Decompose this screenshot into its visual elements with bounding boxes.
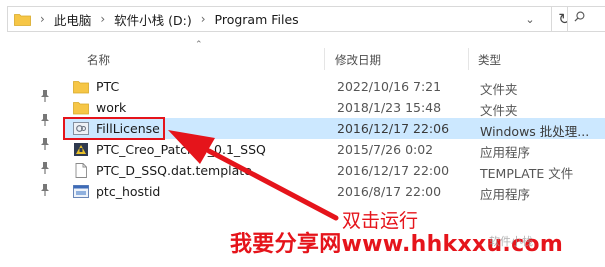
file-name: work [96, 100, 127, 115]
sort-ascending-icon: ⌃ [195, 40, 203, 50]
breadcrumb-drive[interactable]: 软件小栈 (D:) [114, 10, 192, 29]
file-row-template[interactable]: PTC_D_SSQ.dat.template 2016/12/17 22:00 … [65, 160, 605, 181]
column-header-type[interactable]: 类型 [478, 52, 501, 68]
breadcrumb-program-files[interactable]: Program Files [215, 12, 299, 27]
search-icon [574, 11, 585, 22]
file-type: 文件夹 [480, 103, 518, 118]
column-headers: ⌃ 名称 修改日期 类型 [64, 40, 605, 74]
file-type: 文件夹 [480, 82, 518, 97]
search-input[interactable] [567, 6, 605, 32]
file-date: 2018/1/23 15:48 [337, 100, 442, 115]
file-name: PTC_D_SSQ.dat.template [96, 163, 252, 178]
address-toolbar: › 此电脑 › 软件小栈 (D:) › Program Files ⌄ ↻ [0, 0, 605, 40]
pin-icon [41, 114, 49, 126]
pin-icon [41, 138, 49, 150]
folder-icon [73, 102, 89, 115]
breadcrumb-this-pc[interactable]: 此电脑 [54, 10, 92, 29]
column-divider[interactable] [324, 48, 325, 70]
file-date: 2022/10/16 7:21 [337, 79, 442, 94]
column-header-date[interactable]: 修改日期 [335, 52, 381, 68]
pin-icon [41, 90, 49, 102]
chevron-right-icon[interactable]: › [100, 12, 105, 26]
chevron-right-icon[interactable]: › [201, 12, 206, 26]
highlight-box [63, 117, 165, 140]
file-date: 2016/8/17 22:00 [337, 184, 442, 199]
file-type: TEMPLATE 文件 [480, 166, 574, 181]
file-type: Windows 批处理... [480, 124, 590, 139]
pin-icon [41, 162, 49, 174]
file-date: 2015/7/26 0:02 [337, 142, 434, 157]
file-type: 应用程序 [480, 145, 531, 160]
file-name: PTC [96, 79, 120, 94]
file-row-patcher[interactable]: PTC_Creo_Patcher_0.1_SSQ 2015/7/26 0:02 … [65, 139, 605, 160]
chevron-right-icon: › [40, 12, 45, 26]
file-type: 应用程序 [480, 187, 531, 202]
column-header-name[interactable]: 名称 [87, 52, 110, 68]
file-name: PTC_Creo_Patcher_0.1_SSQ [96, 142, 266, 157]
folder-icon [14, 12, 31, 26]
address-bar[interactable]: › 此电脑 › 软件小栈 (D:) › Program Files [7, 6, 552, 32]
chevron-down-icon[interactable]: ⌄ [519, 10, 541, 28]
file-date: 2016/12/17 22:06 [337, 121, 450, 136]
navigation-pane [0, 40, 64, 267]
folder-icon [73, 81, 89, 94]
file-row-hostid[interactable]: ptc_hostid 2016/8/17 22:00 应用程序 [65, 181, 605, 202]
patcher-app-icon [74, 143, 88, 156]
file-row-work[interactable]: work 2018/1/23 15:48 文件夹 [65, 97, 605, 118]
column-divider[interactable] [468, 48, 469, 70]
hostid-app-icon [73, 185, 89, 198]
file-date: 2016/12/17 22:00 [337, 163, 450, 178]
pin-icon [41, 184, 49, 196]
file-name: ptc_hostid [96, 184, 161, 199]
document-icon [75, 163, 87, 178]
watermark-logo: 软件小栈 [489, 235, 533, 248]
file-row-ptc[interactable]: PTC 2022/10/16 7:21 文件夹 [65, 76, 605, 97]
